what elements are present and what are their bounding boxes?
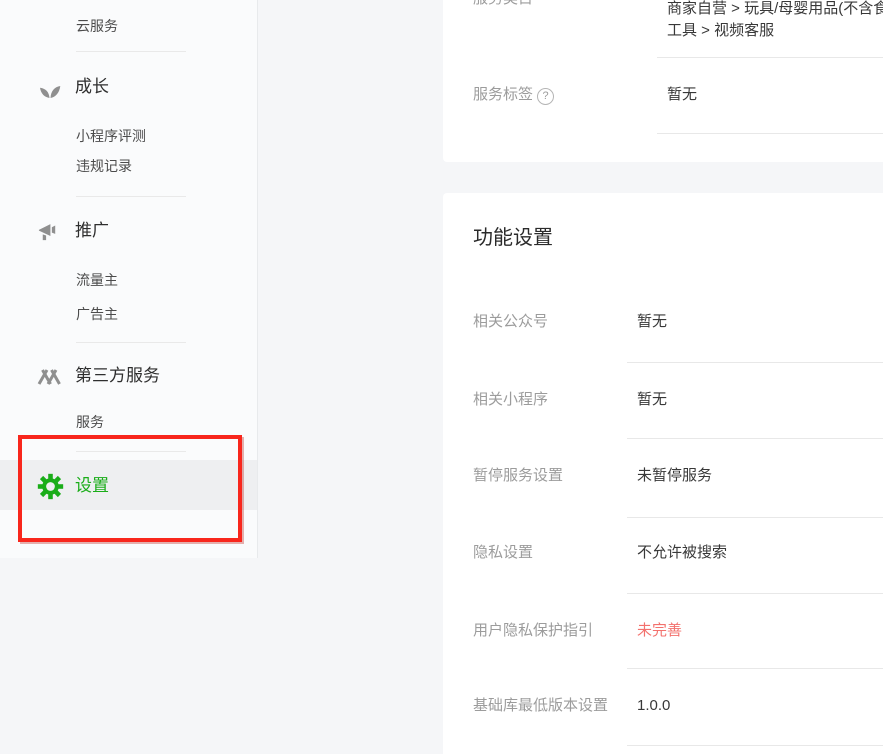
related-official-account-value: 暂无 xyxy=(637,313,667,330)
pause-service-value: 未暂停服务 xyxy=(637,467,712,484)
sidebar-divider xyxy=(76,342,186,343)
service-tag-label: 服务标签 xyxy=(473,86,533,103)
user-privacy-guide-value: 未完善 xyxy=(637,622,682,639)
divider xyxy=(627,593,883,594)
user-privacy-guide-label: 用户隐私保护指引 xyxy=(473,622,593,639)
help-icon[interactable]: ? xyxy=(537,88,554,105)
sidebar-item-third-party-service[interactable]: 第三方服务 xyxy=(75,366,160,386)
page: 云服务 成长 小程序评测 违规记录 推广 流量主 广告主 第三方服务 服务 xyxy=(0,0,883,754)
service-category-value-line1: 商家自营 > 玩具/母婴用品(不含食品) xyxy=(667,0,883,17)
service-category-value-line2: 工具 > 视频客服 xyxy=(667,22,774,39)
sidebar-item-cloud-service[interactable]: 云服务 xyxy=(76,18,118,35)
annotation-red-box xyxy=(18,435,242,542)
sidebar-divider xyxy=(76,51,186,52)
base-library-version-value: 1.0.0 xyxy=(637,697,670,714)
divider xyxy=(627,362,883,363)
sidebar-item-promotion[interactable]: 推广 xyxy=(75,221,109,241)
sidebar-item-service[interactable]: 服务 xyxy=(76,414,104,431)
divider xyxy=(627,517,883,518)
sidebar-item-mp-evaluation[interactable]: 小程序评测 xyxy=(76,128,146,145)
divider xyxy=(657,57,883,58)
service-tag-value: 暂无 xyxy=(667,86,697,103)
sprout-icon xyxy=(38,79,62,99)
divider xyxy=(627,438,883,439)
third-party-icon xyxy=(37,367,62,387)
related-miniprogram-value: 暂无 xyxy=(637,391,667,408)
sidebar-item-advertiser[interactable]: 广告主 xyxy=(76,306,118,323)
sidebar-item-traffic-owner[interactable]: 流量主 xyxy=(76,272,118,289)
sidebar-item-violation-records[interactable]: 违规记录 xyxy=(76,158,132,175)
service-category-label: 服务类目 xyxy=(473,0,533,7)
pause-service-label: 暂停服务设置 xyxy=(473,467,563,484)
related-miniprogram-label: 相关小程序 xyxy=(473,391,548,408)
panel-title: 功能设置 xyxy=(473,226,553,250)
sidebar-divider xyxy=(76,196,186,197)
sidebar-item-growth[interactable]: 成长 xyxy=(75,77,109,97)
sidebar-border xyxy=(257,0,258,558)
base-library-version-label: 基础库最低版本设置 xyxy=(473,697,608,714)
privacy-setting-label: 隐私设置 xyxy=(473,544,533,561)
service-info-panel xyxy=(443,0,883,162)
megaphone-icon xyxy=(37,222,60,242)
divider xyxy=(657,133,883,134)
divider xyxy=(627,745,883,746)
divider xyxy=(627,668,883,669)
related-official-account-label: 相关公众号 xyxy=(473,313,548,330)
privacy-setting-value: 不允许被搜索 xyxy=(637,544,727,561)
